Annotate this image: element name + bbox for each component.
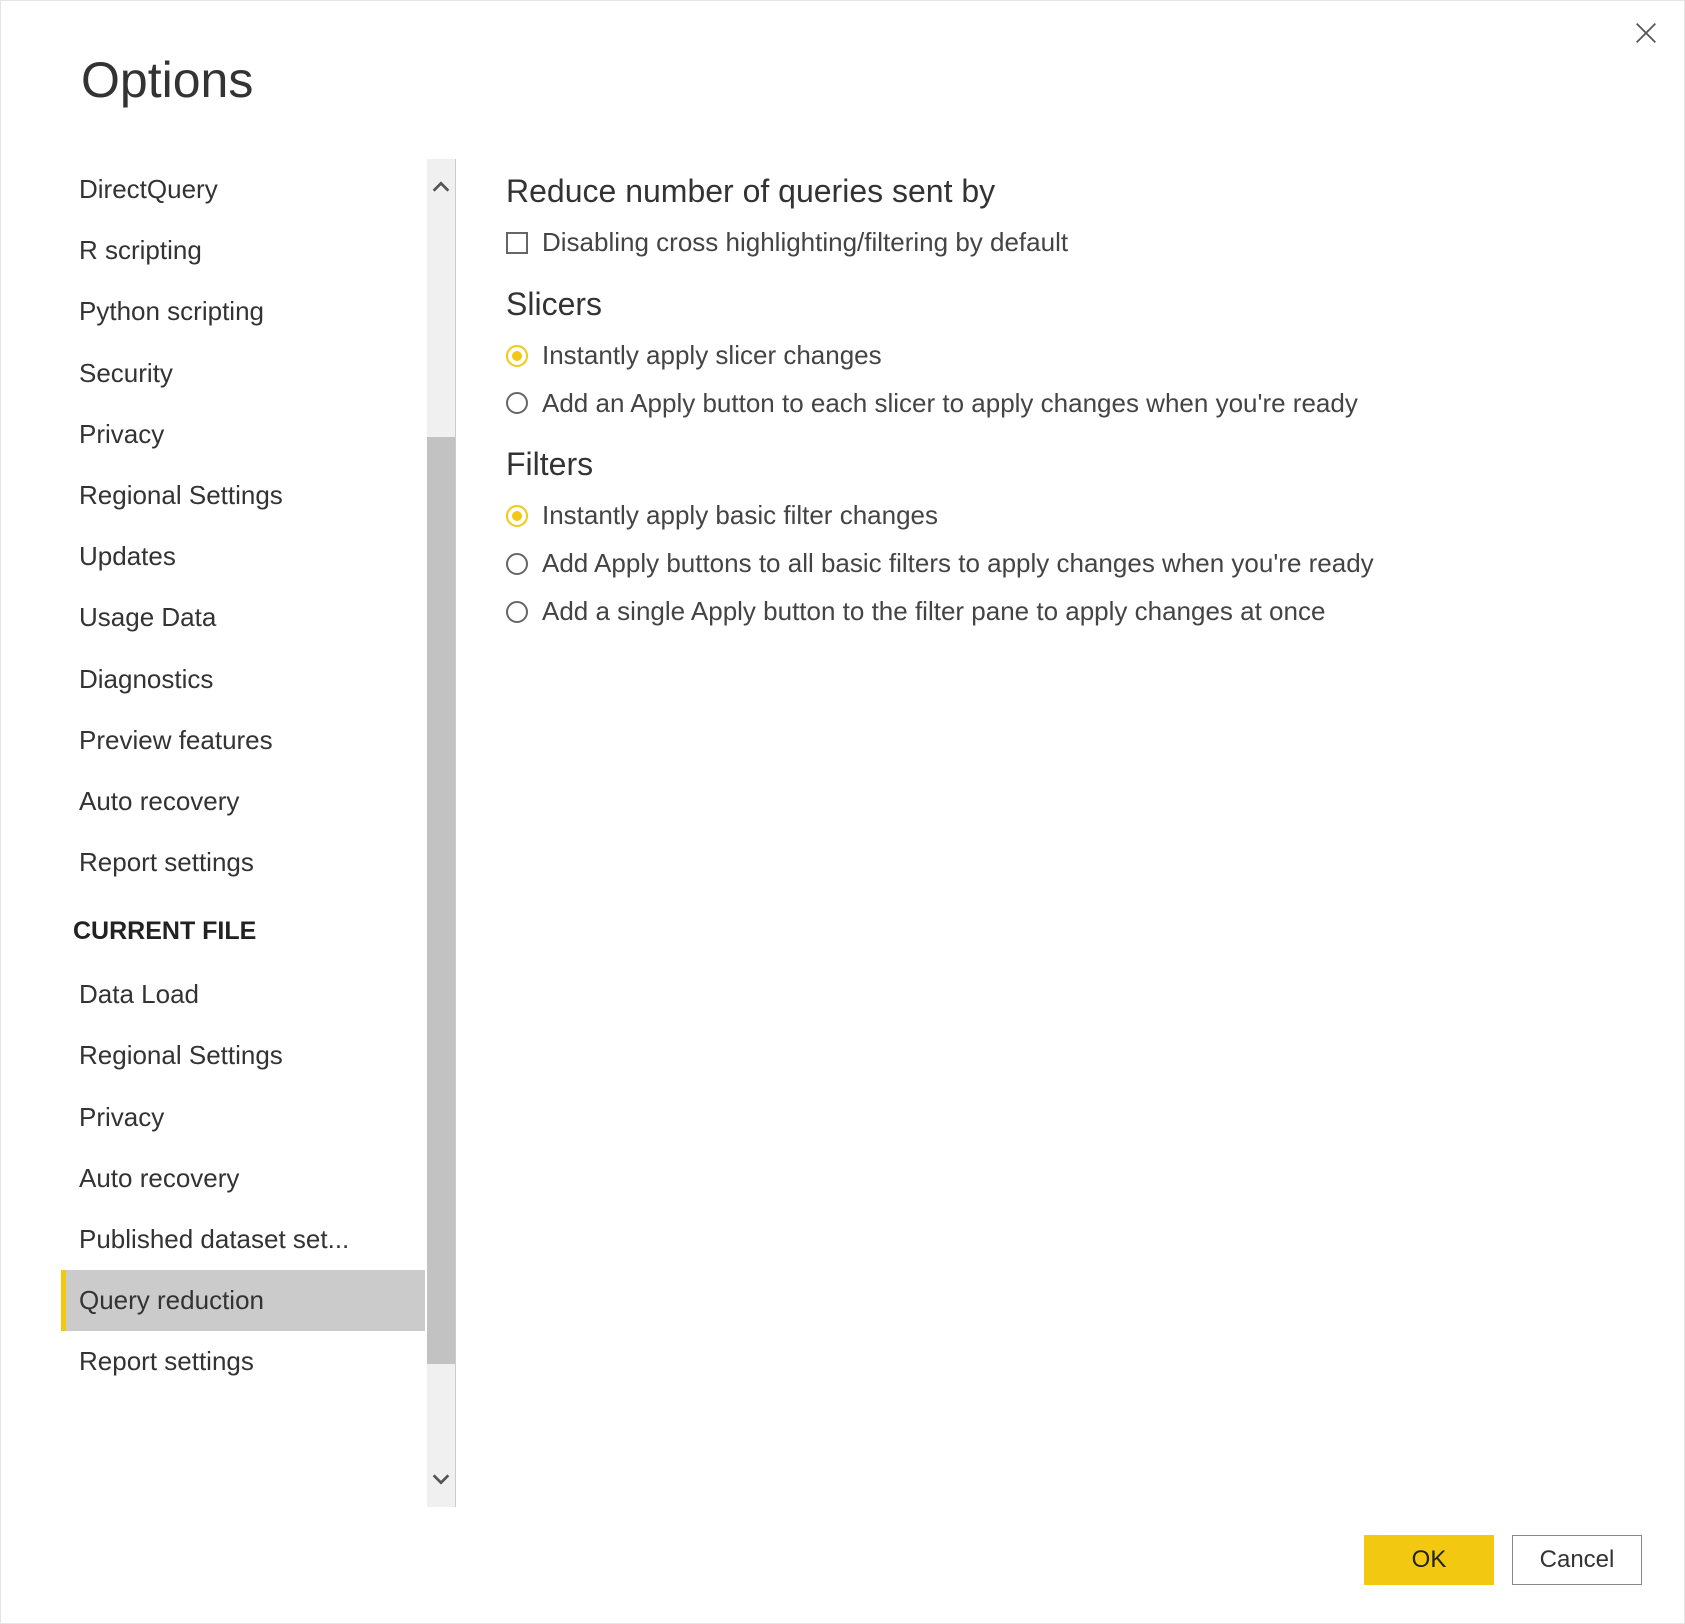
nav-item-directquery[interactable]: DirectQuery: [61, 159, 425, 220]
radio-label: Add a single Apply button to the filter …: [542, 595, 1325, 629]
section-reduce-queries: Reduce number of queries sent by: [506, 173, 1624, 210]
dialog-header: Options: [1, 1, 1684, 139]
nav-item-file-regional-settings[interactable]: Regional Settings: [61, 1025, 425, 1086]
nav-item-preview-features[interactable]: Preview features: [61, 710, 425, 771]
radio-label: Add an Apply button to each slicer to ap…: [542, 387, 1358, 421]
nav-item-file-report-settings[interactable]: Report settings: [61, 1331, 425, 1392]
nav-item-updates[interactable]: Updates: [61, 526, 425, 587]
checkbox-row-disable-crosshighlight[interactable]: Disabling cross highlighting/filtering b…: [506, 226, 1624, 260]
close-icon: [1632, 19, 1660, 47]
nav-item-file-auto-recovery[interactable]: Auto recovery: [61, 1148, 425, 1209]
radio-row-slicer-instant[interactable]: Instantly apply slicer changes: [506, 339, 1624, 373]
scroll-thumb[interactable]: [427, 437, 455, 1364]
radio-row-filter-instant[interactable]: Instantly apply basic filter changes: [506, 499, 1624, 533]
radio-row-filter-single-apply[interactable]: Add a single Apply button to the filter …: [506, 595, 1624, 629]
radio-slicer-instant[interactable]: [506, 345, 528, 367]
sidebar-group-current-file: CURRENT FILE: [61, 893, 425, 964]
nav-item-security[interactable]: Security: [61, 343, 425, 404]
section-slicers: Slicers: [506, 286, 1624, 323]
cancel-button[interactable]: Cancel: [1512, 1535, 1642, 1585]
nav-item-regional-settings[interactable]: Regional Settings: [61, 465, 425, 526]
dialog-title: Options: [81, 51, 1604, 109]
radio-filter-apply-all[interactable]: [506, 553, 528, 575]
nav-item-query-reduction[interactable]: Query reduction: [61, 1270, 425, 1331]
radio-label: Instantly apply slicer changes: [542, 339, 882, 373]
nav-item-data-load[interactable]: Data Load: [61, 964, 425, 1025]
radio-filter-instant[interactable]: [506, 505, 528, 527]
nav-item-file-privacy[interactable]: Privacy: [61, 1087, 425, 1148]
dialog-body: DirectQuery R scripting Python scripting…: [1, 139, 1684, 1507]
chevron-down-icon: [430, 1468, 452, 1490]
settings-panel: Reduce number of queries sent by Disabli…: [496, 159, 1644, 1507]
nav-item-usage-data[interactable]: Usage Data: [61, 587, 425, 648]
sidebar-scrollbar[interactable]: [427, 159, 455, 1507]
checkbox-disable-crosshighlight[interactable]: [506, 232, 528, 254]
nav-item-privacy[interactable]: Privacy: [61, 404, 425, 465]
options-dialog: Options DirectQuery R scripting Python s…: [0, 0, 1685, 1624]
radio-row-slicer-apply[interactable]: Add an Apply button to each slicer to ap…: [506, 387, 1624, 421]
scroll-down-button[interactable]: [427, 1451, 455, 1507]
checkbox-label: Disabling cross highlighting/filtering b…: [542, 226, 1068, 260]
sidebar-nav: DirectQuery R scripting Python scripting…: [61, 159, 427, 1507]
radio-label: Instantly apply basic filter changes: [542, 499, 938, 533]
nav-item-diagnostics[interactable]: Diagnostics: [61, 649, 425, 710]
radio-filter-single-apply[interactable]: [506, 601, 528, 623]
ok-button[interactable]: OK: [1364, 1535, 1494, 1585]
close-button[interactable]: [1632, 19, 1660, 52]
nav-item-report-settings[interactable]: Report settings: [61, 832, 425, 893]
nav-item-auto-recovery[interactable]: Auto recovery: [61, 771, 425, 832]
radio-label: Add Apply buttons to all basic filters t…: [542, 547, 1374, 581]
nav-item-published-dataset[interactable]: Published dataset set...: [61, 1209, 425, 1270]
nav-item-r-scripting[interactable]: R scripting: [61, 220, 425, 281]
sidebar-container: DirectQuery R scripting Python scripting…: [61, 159, 456, 1507]
radio-slicer-apply[interactable]: [506, 392, 528, 414]
section-filters: Filters: [506, 446, 1624, 483]
nav-item-python-scripting[interactable]: Python scripting: [61, 281, 425, 342]
scroll-up-button[interactable]: [427, 159, 455, 215]
radio-row-filter-apply-all[interactable]: Add Apply buttons to all basic filters t…: [506, 547, 1624, 581]
scroll-track[interactable]: [427, 215, 455, 1451]
chevron-up-icon: [430, 176, 452, 198]
dialog-footer: OK Cancel: [1, 1507, 1684, 1623]
